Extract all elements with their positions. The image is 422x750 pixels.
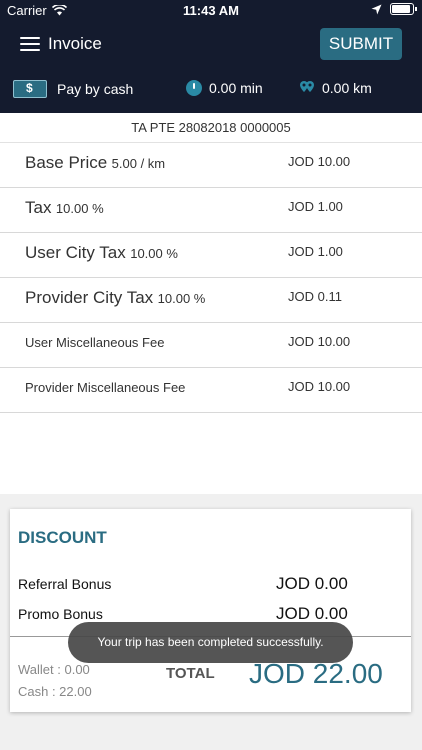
invoice-row-base-price: Base Price 5.00 / km JOD 10.00 [0,143,422,188]
row-value: JOD 0.11 [288,289,342,304]
row-label: User Miscellaneous Fee [25,335,165,350]
page-title: Invoice [48,34,102,53]
map-pin-icon [300,81,314,92]
row-value: JOD 10.00 [288,334,351,349]
status-bar: Carrier 11:43 AM [0,0,422,22]
trip-duration: 0.00 min [186,80,263,96]
row-rate: 5.00 / km [111,156,166,171]
total-label: TOTAL [166,665,215,682]
invoice-row-provider-city-tax: Provider City Tax 10.00 % JOD 0.11 [0,278,422,323]
promo-label: Promo Bonus [18,606,103,622]
cash-amount: Cash : 22.00 [18,684,92,699]
promo-value: JOD 0.00 [276,604,348,623]
invoice-row-provider-misc-fee: Provider Miscellaneous Fee JOD 10.00 [0,368,422,413]
referral-bonus-row: Referral Bonus JOD 0.00 [18,574,403,598]
cash-icon [13,80,47,98]
row-value: JOD 10.00 [288,154,351,169]
row-value: JOD 1.00 [288,199,343,214]
payment-method: Pay by cash [13,80,133,98]
invoice-row-user-city-tax: User City Tax 10.00 % JOD 1.00 [0,233,422,278]
row-rate: 10.00 % [130,246,178,261]
navbar: Invoice SUBMIT [0,22,422,66]
row-label: Tax [25,198,52,217]
duration-value: 0.00 min [209,80,263,96]
toast-message: Your trip has been completed successfull… [68,622,353,663]
menu-icon[interactable] [20,37,40,51]
payment-label: Pay by cash [57,81,134,97]
row-value: JOD 10.00 [288,379,351,394]
row-label: Base Price [25,153,108,172]
summary-card: DISCOUNT Referral Bonus JOD 0.00 Promo B… [10,509,411,712]
discount-title: DISCOUNT [18,528,107,547]
booking-id: TA PTE 28082018 0000005 [0,113,422,143]
submit-button[interactable]: SUBMIT [320,28,402,60]
row-rate: 10.00 % [55,201,104,216]
trip-distance: 0.00 km [299,80,372,96]
status-right [371,3,417,15]
trip-info-bar: Pay by cash 0.00 min 0.00 km [0,74,422,104]
row-label: Provider City Tax [25,288,154,307]
row-label: Provider Miscellaneous Fee [25,380,186,395]
referral-label: Referral Bonus [18,576,112,592]
status-time: 11:43 AM [183,3,239,18]
wallet-amount: Wallet : 0.00 [18,662,90,677]
clock-icon [186,80,202,96]
distance-value: 0.00 km [322,80,372,96]
battery-icon [390,3,417,15]
header: Carrier 11:43 AM Invoice SUBMIT Pay by c… [0,0,422,113]
row-value: JOD 1.00 [288,244,343,259]
invoice-row-user-misc-fee: User Miscellaneous Fee JOD 10.00 [0,323,422,368]
referral-value: JOD 0.00 [276,574,348,593]
invoice-rows: Base Price 5.00 / km JOD 10.00 Tax 10.00… [0,143,422,413]
location-arrow-icon [371,4,382,14]
row-rate: 10.00 % [157,291,206,306]
row-label: User City Tax [25,243,126,262]
invoice-row-tax: Tax 10.00 % JOD 1.00 [0,188,422,233]
